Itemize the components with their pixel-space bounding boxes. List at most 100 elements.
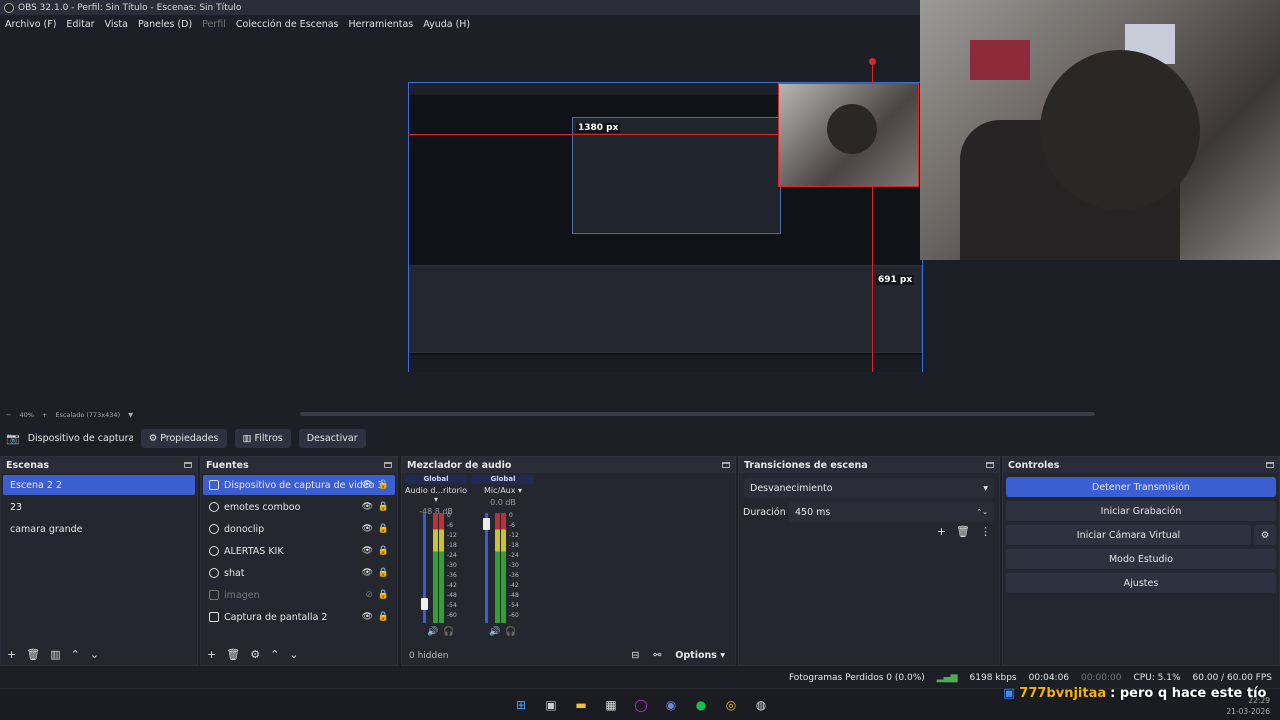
fader-knob[interactable] (421, 598, 428, 610)
remove-scene-button[interactable]: 🗑 (26, 648, 40, 661)
source-item[interactable]: imagen ⊘ 🔒 (203, 585, 395, 605)
chrome-icon[interactable]: ◎ (722, 696, 740, 714)
lock-icon[interactable]: 🔒 (378, 590, 389, 600)
lock-icon[interactable]: 🔒 (378, 612, 389, 622)
spotify-icon[interactable]: ● (692, 696, 710, 714)
layout-icon[interactable]: ⊟ (631, 650, 639, 661)
filters-label: Filtros (254, 432, 283, 444)
virtual-camera-button[interactable]: Iniciar Cámara Virtual (1006, 525, 1251, 545)
duration-input[interactable]: 450 ms ⌃⌄ (789, 502, 994, 522)
channel-name[interactable]: Audio d...ritorio ▾ (405, 486, 467, 504)
source-label: Captura de pantalla 2 (224, 611, 328, 623)
source-item[interactable]: shat 👁 🔒 (203, 563, 395, 583)
start-recording-button[interactable]: Iniciar Grabación (1006, 501, 1276, 521)
menu-archivo[interactable]: Archivo (F) (0, 19, 61, 30)
preview-scrollbar[interactable] (300, 412, 1095, 416)
fader-knob[interactable] (483, 518, 490, 530)
meter-ticks: 0 -6 -12 -18 -24 -30 -36 -42 -48 -54 -60 (447, 511, 457, 621)
obs-icon[interactable]: ◍ (752, 696, 770, 714)
settings-button[interactable]: Ajustes (1006, 573, 1276, 593)
options-button[interactable]: Options ▾ (675, 650, 725, 661)
lock-icon[interactable]: 🔒 (378, 480, 389, 490)
lock-icon[interactable]: 🔒 (378, 568, 389, 578)
scene-item[interactable]: Escena 2 2 (3, 475, 195, 495)
filters-button[interactable]: ▥ Filtros (234, 428, 291, 448)
scene-item[interactable]: 23 (3, 497, 195, 517)
add-source-button[interactable]: + (207, 648, 216, 661)
speaker-icon[interactable]: 🔊 (427, 627, 438, 637)
duration-row: Duración 450 ms ⌃⌄ (743, 502, 994, 522)
zoom-level: 40% (19, 411, 34, 419)
monitor-icon (209, 612, 219, 622)
windows-start-icon[interactable]: ⊞ (512, 696, 530, 714)
scene-filters-button[interactable]: ▥ (50, 648, 60, 661)
visibility-eye-icon[interactable]: 👁 (362, 524, 373, 534)
undock-icon[interactable] (986, 462, 994, 468)
store-icon[interactable]: ▦ (602, 696, 620, 714)
source-item[interactable]: Captura de pantalla 2 👁 🔒 (203, 607, 395, 627)
visibility-eye-icon[interactable]: 👁 (362, 480, 373, 490)
hidden-eye-icon[interactable]: ⊘ (365, 590, 373, 600)
source-item[interactable]: emotes comboo 👁 🔒 (203, 497, 395, 517)
source-item[interactable]: Dispositivo de captura de video 3 👁 🔒 (203, 475, 395, 495)
stepper-icon[interactable]: ⌃⌄ (976, 508, 988, 516)
headphones-icon[interactable]: 🎧 (443, 627, 454, 637)
scenes-dock-title: Escenas (1, 457, 197, 473)
stop-stream-button[interactable]: Detener Transmisión (1006, 477, 1276, 497)
discord-icon[interactable]: ◉ (662, 696, 680, 714)
file-explorer-icon[interactable]: ▬ (572, 696, 590, 714)
scale-dropdown-icon[interactable]: ▼ (128, 411, 133, 419)
move-up-button[interactable]: ⌃ (270, 648, 279, 661)
controls-dock-title: Controles (1003, 457, 1279, 473)
virtual-cam-row: Iniciar Cámara Virtual ⚙ (1003, 521, 1279, 545)
move-down-button[interactable]: ⌄ (90, 648, 99, 661)
menu-paneles[interactable]: Paneles (D) (133, 19, 197, 30)
visibility-eye-icon[interactable]: 👁 (362, 546, 373, 556)
undock-icon[interactable] (384, 462, 392, 468)
zoom-in-button[interactable]: + (42, 411, 47, 419)
remove-source-button[interactable]: 🗑 (226, 648, 240, 661)
lock-icon[interactable]: 🔒 (378, 524, 389, 534)
more-options-icon[interactable]: ⋮ (980, 525, 991, 538)
webcam-source-box[interactable] (778, 83, 919, 187)
link-icon[interactable]: ⚯ (653, 650, 661, 661)
move-down-button[interactable]: ⌄ (289, 648, 298, 661)
scene-item[interactable]: camara grande (3, 519, 195, 539)
properties-button[interactable]: ⚙ Propiedades (140, 428, 227, 448)
channel-name[interactable]: Mic/Aux ▾ (472, 486, 534, 495)
virtual-cam-settings-gear-icon[interactable]: ⚙ (1254, 525, 1276, 545)
visibility-eye-icon[interactable]: 👁 (362, 612, 373, 622)
source-settings-button[interactable]: ⚙ (250, 648, 260, 661)
menu-ayuda[interactable]: Ayuda (H) (418, 19, 475, 30)
menu-editar[interactable]: Editar (61, 19, 99, 30)
source-item[interactable]: ALERTAS KIK 👁 🔒 (203, 541, 395, 561)
task-view-icon[interactable]: ▣ (542, 696, 560, 714)
speaker-icon[interactable]: 🔊 (489, 627, 500, 637)
zoom-out-button[interactable]: − (6, 411, 11, 419)
lock-icon[interactable]: 🔒 (378, 546, 389, 556)
deactivate-button[interactable]: Desactivar (298, 428, 366, 448)
undock-icon[interactable] (722, 462, 730, 468)
menu-coleccion[interactable]: Colección de Escenas (231, 19, 344, 30)
level-meter (495, 513, 500, 623)
studio-mode-button[interactable]: Modo Estudio (1006, 549, 1276, 569)
source-item[interactable]: donoclip 👁 🔒 (203, 519, 395, 539)
lock-icon[interactable]: 🔒 (378, 502, 389, 512)
undock-icon[interactable] (1266, 462, 1274, 468)
undock-icon[interactable] (184, 462, 192, 468)
transition-select[interactable]: Desvanecimiento ▾ (744, 478, 994, 498)
visibility-eye-icon[interactable]: 👁 (362, 502, 373, 512)
rotate-handle[interactable] (869, 58, 876, 65)
visibility-eye-icon[interactable]: 👁 (362, 568, 373, 578)
tick-label: -48 (447, 592, 457, 599)
menu-vista[interactable]: Vista (100, 19, 133, 30)
headphones-icon[interactable]: 🎧 (505, 627, 516, 637)
move-up-button[interactable]: ⌃ (71, 648, 80, 661)
tick-label: -12 (447, 532, 457, 539)
add-scene-button[interactable]: + (7, 648, 16, 661)
remove-transition-button[interactable]: 🗑 (956, 525, 970, 538)
add-transition-button[interactable]: + (937, 525, 946, 538)
menu-herramientas[interactable]: Herramientas (344, 19, 419, 30)
transition-selected: Desvanecimiento (750, 482, 833, 494)
opera-icon[interactable]: ◯ (632, 696, 650, 714)
